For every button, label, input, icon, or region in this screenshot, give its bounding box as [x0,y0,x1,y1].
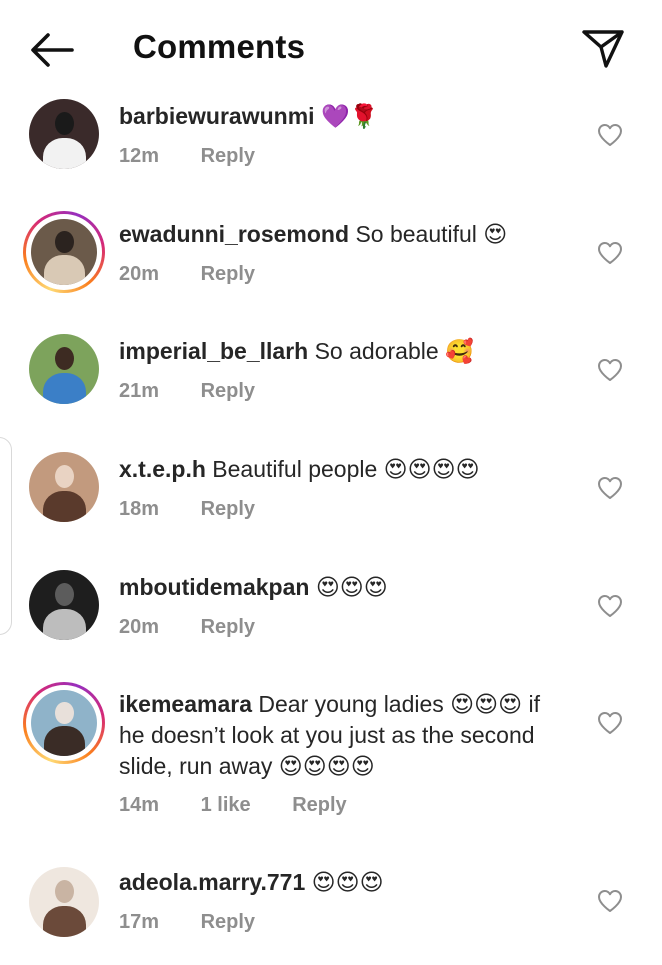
comment-text: adeola.marry.771 😍😍😍 [119,867,559,898]
heart-icon[interactable] [597,241,623,265]
comment-body: 😍😍😍 [311,869,384,895]
side-handle[interactable] [0,437,12,635]
reply-button[interactable]: Reply [201,145,255,167]
comment-body: So beautiful 😍 [355,221,508,247]
back-arrow-icon[interactable] [28,30,74,70]
heart-icon[interactable] [597,476,623,500]
comment-meta: 17m Reply [119,911,291,934]
comment-meta: 12m Reply [119,145,291,168]
comment-text: mboutidemakpan 😍😍😍 [119,572,559,603]
comment-timestamp: 14m [119,794,160,816]
comment-timestamp: 18m [119,498,160,520]
comment-text: barbiewurawunmi 💜🌹 [119,101,559,132]
comment-meta: 21m Reply [119,380,291,403]
avatar[interactable] [26,331,102,407]
reply-button[interactable]: Reply [201,263,255,285]
reply-button[interactable]: Reply [201,380,255,402]
comment-meta: 18m Reply [119,498,291,521]
comment-timestamp: 12m [119,145,160,167]
comment-timestamp: 20m [119,263,160,285]
reply-button[interactable]: Reply [201,498,255,520]
comment-username[interactable]: mboutidemakpan [119,574,309,600]
heart-icon[interactable] [597,358,623,382]
comments-header: Comments [0,0,662,96]
comment-text: imperial_be_llarh So adorable 🥰 [119,336,559,367]
comment-username[interactable]: imperial_be_llarh [119,338,308,364]
comment-timestamp: 21m [119,380,160,402]
comment-meta: 20m Reply [119,263,291,286]
avatar[interactable] [23,682,105,764]
avatar-photo [29,570,99,640]
comment-body: So adorable 🥰 [314,338,474,364]
page-title: Comments [133,28,306,65]
avatar[interactable] [26,864,102,940]
avatar-photo [29,867,99,937]
avatar-photo [31,219,97,285]
comment-body: Beautiful people 😍😍😍😍 [212,456,480,482]
comment-body: 😍😍😍 [315,574,388,600]
comment-username[interactable]: x.t.e.p.h [119,456,206,482]
reply-button[interactable]: Reply [201,616,255,638]
comment-username[interactable]: ewadunni_rosemond [119,221,349,247]
heart-icon[interactable] [597,123,623,147]
comment-username[interactable]: barbiewurawunmi [119,103,315,129]
avatar-photo [29,99,99,169]
avatar[interactable] [26,449,102,525]
comment-like-count[interactable]: 1 like [201,794,251,816]
comment-meta: 20m Reply [119,616,291,639]
avatar[interactable] [26,567,102,643]
avatar-photo [29,452,99,522]
comment-username[interactable]: ikemeamara [119,691,252,717]
avatar-photo [31,690,97,756]
comment-username[interactable]: adeola.marry.771 [119,869,305,895]
comment-body: 💜🌹 [320,103,379,129]
heart-icon[interactable] [597,711,623,735]
comment-timestamp: 17m [119,911,160,933]
avatar[interactable] [23,211,105,293]
send-direct-icon[interactable] [580,26,626,72]
avatar-photo [29,334,99,404]
comment-meta: 14m 1 like Reply [119,794,383,817]
comment-timestamp: 20m [119,616,160,638]
comment-text: ewadunni_rosemond So beautiful 😍 [119,219,559,250]
avatar[interactable] [26,96,102,172]
heart-icon[interactable] [597,889,623,913]
comment-text: ikemeamara Dear young ladies 😍😍😍 if he d… [119,689,559,782]
heart-icon[interactable] [597,594,623,618]
reply-button[interactable]: Reply [292,794,346,816]
comment-text: x.t.e.p.h Beautiful people 😍😍😍😍 [119,454,559,485]
reply-button[interactable]: Reply [201,911,255,933]
